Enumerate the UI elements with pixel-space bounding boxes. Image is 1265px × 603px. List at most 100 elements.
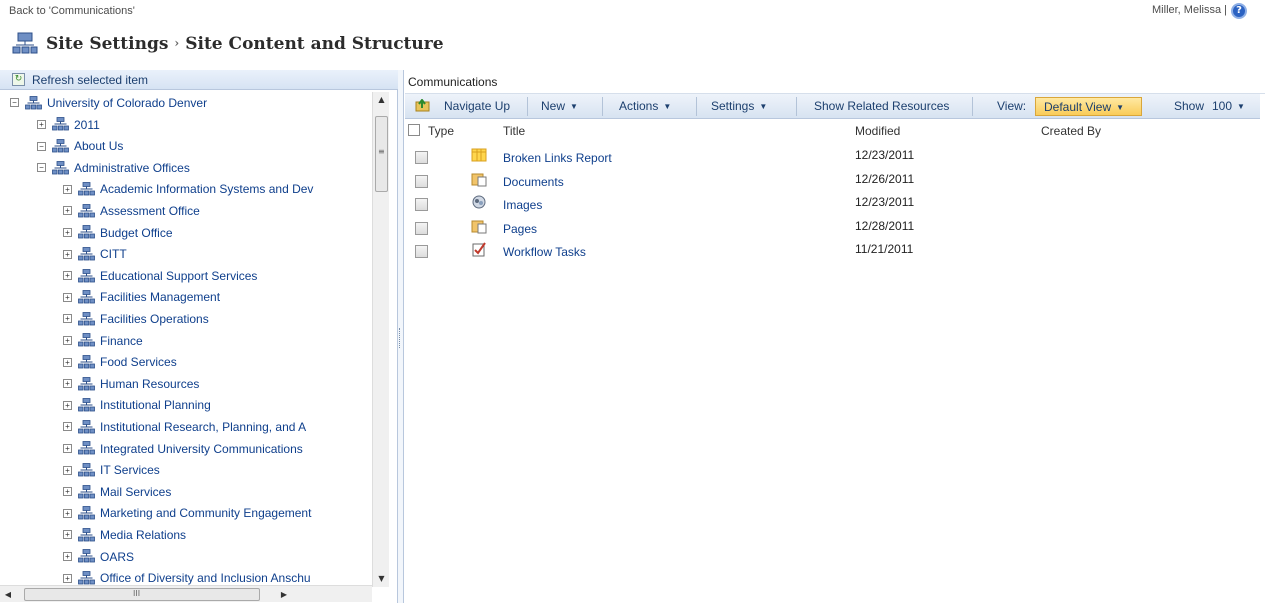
- row-checkbox[interactable]: [415, 221, 428, 235]
- list-item[interactable]: Pages 12/28/2011: [405, 216, 1260, 239]
- column-header-type[interactable]: Type: [428, 124, 454, 138]
- navigate-up-button[interactable]: Navigate Up: [444, 99, 510, 113]
- expand-icon[interactable]: +: [63, 314, 72, 324]
- collapse-icon[interactable]: −: [10, 98, 19, 108]
- item-title-link[interactable]: Pages: [503, 222, 537, 236]
- tree-item[interactable]: + Media Relations: [63, 527, 186, 548]
- row-checkbox[interactable]: [415, 198, 428, 211]
- new-menu[interactable]: New ▼: [541, 99, 578, 113]
- refresh-icon[interactable]: ↻: [12, 73, 25, 86]
- expand-icon[interactable]: +: [63, 508, 72, 518]
- scroll-up-arrow-icon[interactable]: ▲: [373, 92, 390, 108]
- actions-menu[interactable]: Actions ▼: [619, 99, 671, 113]
- tree-item[interactable]: + Integrated University Communications: [63, 441, 303, 462]
- expand-icon[interactable]: +: [37, 119, 46, 129]
- tree-item[interactable]: + Mail Services: [63, 484, 171, 505]
- tree-item-label[interactable]: Human Resources: [100, 377, 199, 391]
- tree-item[interactable]: + IT Services: [63, 462, 160, 483]
- expand-icon[interactable]: +: [63, 422, 72, 432]
- list-item[interactable]: Documents 12/26/2011: [405, 169, 1260, 192]
- scroll-down-arrow-icon[interactable]: ▼: [373, 571, 390, 587]
- tree-item[interactable]: + Academic Information Systems and Dev: [63, 181, 313, 202]
- tree-item-label[interactable]: IT Services: [100, 463, 160, 477]
- tree-item-label[interactable]: Marketing and Community Engagement: [100, 506, 311, 520]
- tree-item-label[interactable]: About Us: [74, 139, 123, 153]
- tree-item-label[interactable]: University of Colorado Denver: [47, 96, 207, 110]
- tree-item-label[interactable]: Media Relations: [100, 528, 186, 542]
- row-checkbox[interactable]: [415, 174, 428, 188]
- tree-item[interactable]: + CITT: [63, 246, 127, 267]
- tree-item-label[interactable]: Educational Support Services: [100, 269, 257, 283]
- expand-icon[interactable]: +: [63, 249, 72, 259]
- list-item[interactable]: Broken Links Report 12/23/2011: [405, 145, 1260, 168]
- navigate-up-icon[interactable]: [415, 99, 430, 112]
- hscroll-thumb[interactable]: III: [24, 588, 260, 601]
- help-icon[interactable]: ?: [1231, 3, 1247, 19]
- expand-icon[interactable]: +: [63, 335, 72, 345]
- expand-icon[interactable]: +: [63, 184, 72, 194]
- expand-icon[interactable]: +: [63, 400, 72, 410]
- tree-item[interactable]: + OARS: [63, 549, 134, 570]
- tree-item-label[interactable]: CITT: [100, 247, 127, 261]
- tree-item[interactable]: + Finance: [63, 333, 143, 354]
- tree-item[interactable]: + Budget Office: [63, 225, 173, 246]
- column-header-created-by[interactable]: Created By: [1041, 124, 1101, 138]
- tree-item[interactable]: + Facilities Management: [63, 289, 220, 310]
- row-checkbox[interactable]: [415, 245, 428, 258]
- tree-item-label[interactable]: Institutional Research, Planning, and A: [100, 420, 306, 434]
- settings-menu[interactable]: Settings ▼: [711, 99, 767, 113]
- tree-item-label[interactable]: Food Services: [100, 355, 177, 369]
- tree-item-label[interactable]: Integrated University Communications: [100, 441, 303, 455]
- title-site-settings-link[interactable]: Site Settings: [46, 34, 168, 54]
- refresh-bar[interactable]: ↻ Refresh selected item: [0, 70, 398, 90]
- tree-item[interactable]: + Marketing and Community Engagement: [63, 505, 311, 526]
- item-title-link[interactable]: Workflow Tasks: [503, 245, 586, 259]
- view-selector[interactable]: Default View ▼: [1035, 97, 1142, 116]
- show-related-resources-button[interactable]: Show Related Resources: [814, 99, 949, 113]
- expand-icon[interactable]: +: [63, 551, 72, 561]
- tree-item[interactable]: + Food Services: [63, 354, 177, 375]
- expand-icon[interactable]: +: [63, 379, 72, 389]
- show-count-selector[interactable]: 100 ▼: [1212, 99, 1245, 113]
- tree-horizontal-scrollbar[interactable]: ◀ III ▶: [0, 585, 372, 602]
- item-title-link[interactable]: Documents: [503, 175, 564, 189]
- tree-item-label[interactable]: Assessment Office: [100, 204, 200, 218]
- tree-item-label[interactable]: Administrative Offices: [74, 161, 190, 175]
- tree-item-label[interactable]: Office of Diversity and Inclusion Anschu: [100, 571, 311, 585]
- column-header-title[interactable]: Title: [503, 124, 525, 138]
- user-menu[interactable]: Miller, Melissa |: [1152, 4, 1227, 16]
- expand-icon[interactable]: +: [63, 271, 72, 281]
- refresh-selected-item-button[interactable]: Refresh selected item: [32, 73, 148, 87]
- expand-icon[interactable]: +: [63, 573, 72, 583]
- tree-item-label[interactable]: Finance: [100, 333, 143, 347]
- expand-icon[interactable]: +: [63, 292, 72, 302]
- expand-icon[interactable]: +: [63, 487, 72, 497]
- back-link[interactable]: Back to 'Communications': [9, 5, 135, 17]
- tree-item[interactable]: +2011: [37, 117, 100, 138]
- tree-item-label[interactable]: Facilities Operations: [100, 312, 209, 326]
- select-all-checkbox[interactable]: [408, 124, 420, 136]
- tree-item-label[interactable]: OARS: [100, 549, 134, 563]
- tree-item-label[interactable]: Academic Information Systems and Dev: [100, 182, 313, 196]
- list-item[interactable]: Images 12/23/2011: [405, 192, 1260, 215]
- tree-item[interactable]: + Institutional Planning: [63, 397, 211, 418]
- expand-icon[interactable]: +: [63, 227, 72, 237]
- tree-item[interactable]: − About Us: [37, 138, 123, 159]
- collapse-icon[interactable]: −: [37, 141, 46, 151]
- expand-icon[interactable]: +: [63, 206, 72, 216]
- item-title-link[interactable]: Broken Links Report: [503, 151, 612, 165]
- tree-item-label[interactable]: Budget Office: [100, 225, 173, 239]
- tree-vertical-scrollbar[interactable]: ▲ ≡ ▼: [372, 92, 389, 587]
- collapse-icon[interactable]: −: [37, 163, 46, 173]
- pane-splitter[interactable]: [398, 70, 404, 603]
- column-header-modified[interactable]: Modified: [855, 124, 900, 138]
- tree-item-label[interactable]: Facilities Management: [100, 290, 220, 304]
- expand-icon[interactable]: +: [63, 530, 72, 540]
- tree-item[interactable]: + Institutional Research, Planning, and A: [63, 419, 306, 440]
- tree-item-label[interactable]: 2011: [74, 117, 100, 131]
- tree-item[interactable]: − Administrative Offices: [37, 160, 190, 181]
- item-title-link[interactable]: Images: [503, 198, 542, 212]
- scroll-thumb[interactable]: ≡: [375, 116, 388, 192]
- tree-item[interactable]: + Educational Support Services: [63, 268, 257, 289]
- tree-item-label[interactable]: Institutional Planning: [100, 398, 211, 412]
